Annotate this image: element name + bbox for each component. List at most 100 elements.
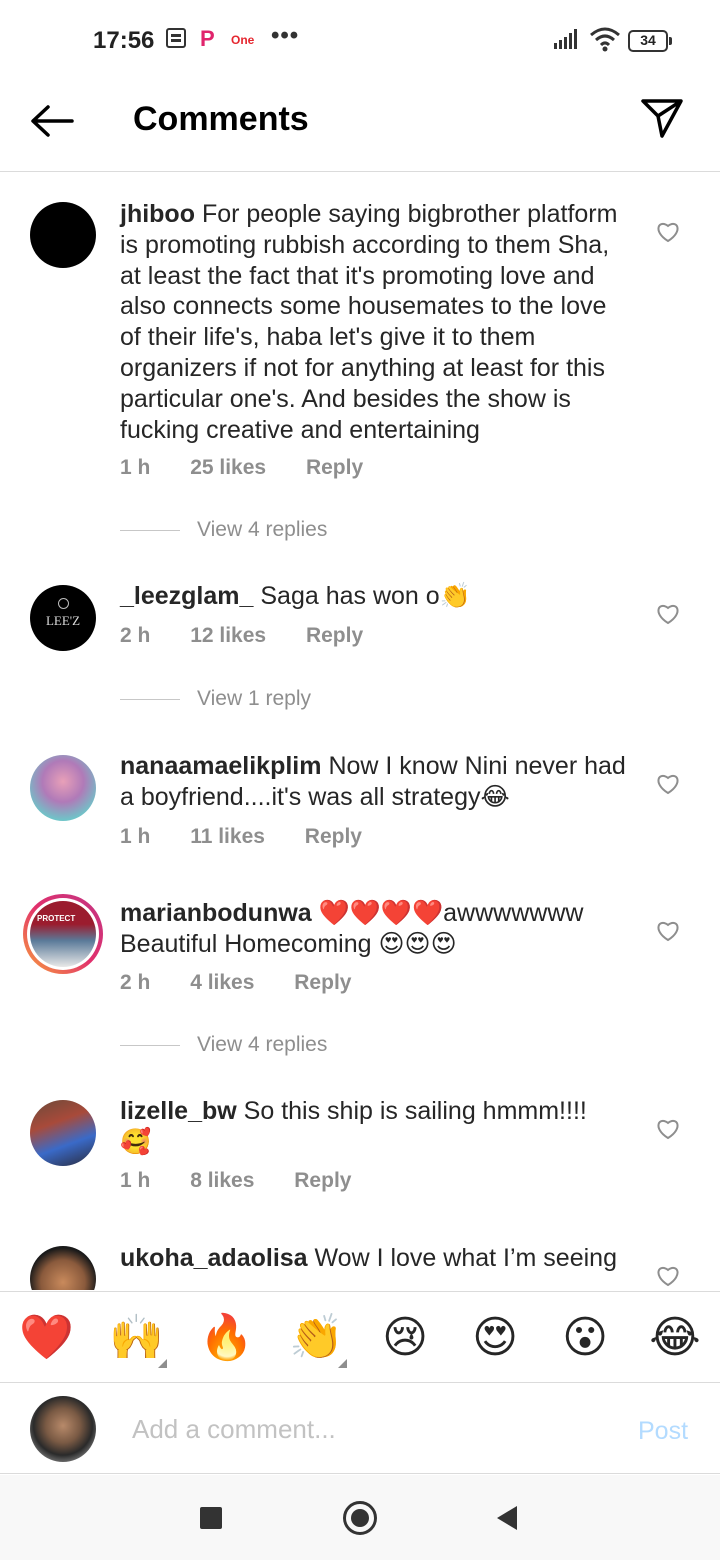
comment-time: 2 h	[120, 624, 151, 647]
smiling-hearts-emoji: 🥰	[120, 1127, 152, 1156]
comments-list[interactable]: jhiboo For people saying bigbrother plat…	[0, 172, 720, 1290]
reply-button[interactable]: Reply	[294, 1169, 351, 1192]
system-nav-bar	[0, 1475, 720, 1560]
wifi-icon	[590, 27, 620, 52]
like-heart-icon[interactable]	[656, 221, 680, 243]
red-heart-emoji: ❤️❤️❤️❤️	[318, 899, 444, 927]
comment-likes[interactable]: 25 likes	[190, 456, 266, 479]
avatar[interactable]	[30, 1246, 96, 1290]
header: Comments	[0, 82, 720, 172]
notification-one-icon: One	[231, 33, 255, 47]
comment-time: 1 h	[120, 1169, 151, 1192]
replies-divider-line	[120, 529, 180, 531]
laughing-emoji: 😂	[480, 782, 510, 811]
comment-time: 2 h	[120, 971, 151, 994]
view-replies-label: View 4 replies	[197, 518, 328, 541]
like-heart-icon[interactable]	[656, 1265, 680, 1287]
like-heart-icon[interactable]	[656, 1118, 680, 1140]
avatar[interactable]	[30, 202, 96, 268]
reaction-laughing-button[interactable]: 😂	[649, 1312, 701, 1364]
heart-eyes-emoji: 😍😍😍	[378, 929, 457, 958]
like-heart-icon[interactable]	[656, 773, 680, 795]
reaction-surprised-button[interactable]: 😮	[559, 1312, 611, 1364]
back-arrow-icon[interactable]	[28, 100, 76, 142]
comment-text: nanaamaelikplim Now I know Nini never ha…	[120, 751, 632, 813]
comment-time: 1 h	[120, 456, 151, 479]
post-button[interactable]: Post	[638, 1417, 688, 1446]
comment-text: lizelle_bw So this ship is sailing hmmm!…	[120, 1096, 632, 1158]
quick-reactions-bar: ❤️ 🙌 🔥 👏 😢 😍 😮 😂	[0, 1291, 720, 1381]
avatar-ring-gap: PROTECT	[27, 898, 99, 970]
battery-icon: 34	[628, 30, 672, 52]
reaction-raised-hands-button[interactable]: 🙌	[109, 1312, 167, 1368]
comment-content: Saga has won o	[260, 582, 440, 610]
avatar-clock-logo	[57, 598, 69, 609]
reply-button[interactable]: Reply	[306, 456, 363, 479]
status-time: 17:56	[93, 27, 155, 54]
page-title: Comments	[133, 100, 309, 138]
view-replies-label: View 4 replies	[197, 1033, 328, 1056]
comment-username[interactable]: marianbodunwa	[120, 899, 312, 927]
like-heart-icon[interactable]	[656, 603, 680, 625]
status-bar: 17:56 P One ••• 34	[0, 0, 720, 82]
notification-p-icon: P	[200, 26, 215, 51]
reaction-clap-button[interactable]: 👏	[289, 1312, 347, 1368]
comment-likes[interactable]: 8 likes	[190, 1169, 254, 1192]
comment-content: So this ship is sailing hmmm!!!!	[243, 1097, 587, 1125]
comment-likes[interactable]: 12 likes	[190, 624, 266, 647]
notification-doc-icon	[166, 28, 186, 48]
reaction-heart-button[interactable]: ❤️	[19, 1312, 74, 1364]
comment-meta: 1 h 25 likes Reply	[120, 456, 397, 480]
view-replies-button[interactable]: View 1 reply	[120, 687, 311, 711]
comment-meta: 2 h 12 likes Reply	[120, 624, 397, 648]
comment-text: marianbodunwa ❤️❤️❤️❤️awwwwwww Beautiful…	[120, 898, 632, 960]
replies-divider-line	[120, 698, 180, 700]
reply-button[interactable]: Reply	[305, 825, 362, 848]
recent-apps-icon[interactable]	[200, 1507, 222, 1529]
avatar[interactable]: LEE'Z	[30, 585, 96, 651]
comment-likes[interactable]: 4 likes	[190, 971, 254, 994]
comment-username[interactable]: nanaamaelikplim	[120, 752, 321, 780]
reaction-clap-icon: 👏	[289, 1313, 344, 1362]
skin-tone-indicator-icon	[338, 1359, 347, 1368]
comment-likes[interactable]: 11 likes	[190, 825, 265, 848]
current-user-avatar	[30, 1396, 96, 1462]
comment-username[interactable]: jhiboo	[120, 200, 195, 228]
home-icon[interactable]	[343, 1501, 377, 1535]
reaction-fire-button[interactable]: 🔥	[199, 1312, 254, 1364]
avatar-brand-text: LEE'Z	[45, 613, 81, 628]
replies-divider-line	[120, 1044, 180, 1046]
reaction-heart-eyes-button[interactable]: 😍	[469, 1312, 521, 1364]
like-heart-icon[interactable]	[656, 920, 680, 942]
comment-text: _leezglam_ Saga has won o👏	[120, 581, 632, 612]
reaction-raised-hands-icon: 🙌	[109, 1313, 164, 1362]
avatar-brand-text: PROTECT	[37, 914, 76, 923]
comment-meta: 1 h 11 likes Reply	[120, 825, 396, 849]
more-notifications-icon: •••	[271, 22, 300, 49]
nav-back-icon[interactable]	[497, 1506, 517, 1530]
comment-time: 1 h	[120, 825, 151, 848]
reply-button[interactable]: Reply	[306, 624, 363, 647]
comment-username[interactable]: _leezglam_	[120, 582, 253, 610]
comment-username[interactable]: lizelle_bw	[120, 1097, 237, 1125]
comment-content: Wow I love what I’m seeing	[314, 1244, 617, 1272]
direct-message-icon[interactable]	[638, 96, 686, 140]
story-ring-avatar[interactable]: PROTECT	[23, 894, 103, 974]
comment-input[interactable]	[132, 1411, 612, 1447]
comment-meta: 1 h 8 likes Reply	[120, 1169, 385, 1193]
comment-content: For people saying bigbrother platform is…	[120, 200, 618, 444]
view-replies-label: View 1 reply	[197, 687, 312, 710]
clap-emoji: 👏	[439, 582, 471, 610]
reply-button[interactable]: Reply	[294, 971, 351, 994]
comment-username[interactable]: ukoha_adaolisa	[120, 1244, 308, 1272]
view-replies-button[interactable]: View 4 replies	[120, 518, 327, 542]
avatar: PROTECT	[30, 901, 96, 967]
signal-icon	[554, 29, 577, 49]
reaction-crying-button[interactable]: 😢	[379, 1312, 431, 1364]
avatar[interactable]	[30, 1100, 96, 1166]
avatar[interactable]	[30, 755, 96, 821]
comment-text: jhiboo For people saying bigbrother plat…	[120, 199, 632, 445]
skin-tone-indicator-icon	[158, 1359, 167, 1368]
view-replies-button[interactable]: View 4 replies	[120, 1033, 327, 1057]
comment-meta: 2 h 4 likes Reply	[120, 971, 385, 995]
